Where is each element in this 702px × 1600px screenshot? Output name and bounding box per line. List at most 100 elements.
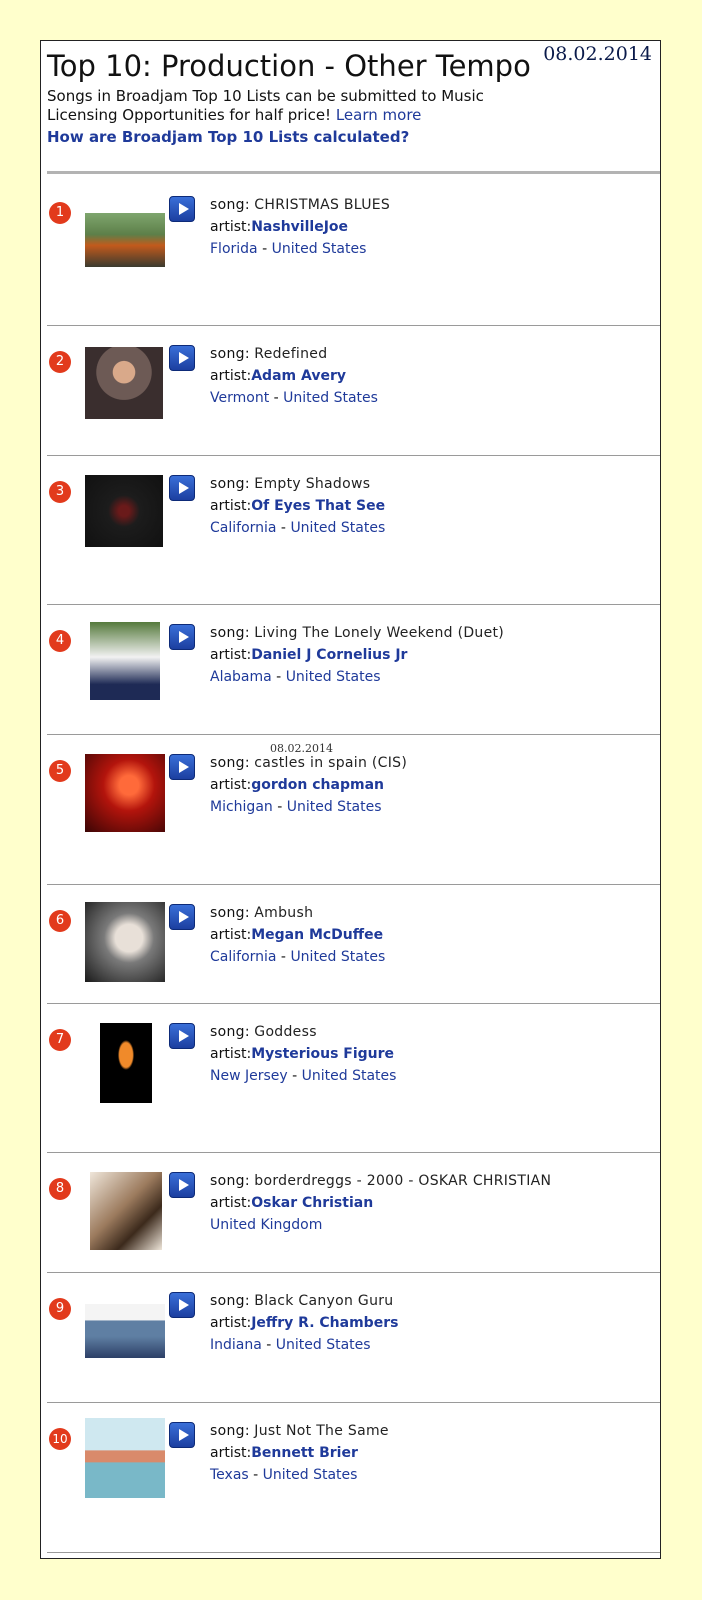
artist-link[interactable]: Mysterious Figure [251, 1046, 394, 1062]
artist-link[interactable]: Megan McDuffee [251, 927, 383, 943]
country-link[interactable]: United States [276, 1337, 371, 1353]
song-label: song: [210, 1293, 250, 1309]
location-separator: - [257, 241, 272, 257]
play-button[interactable] [169, 624, 195, 650]
artist-link[interactable]: Adam Avery [251, 368, 346, 384]
list-item: 6 song: Ambush artist:Megan McDuffee Cal… [47, 884, 660, 1004]
song-title: Living The Lonely Weekend (Duet) [254, 625, 505, 641]
artist-thumbnail[interactable] [85, 1304, 165, 1358]
region-link[interactable]: California [210, 520, 276, 536]
location-line: Florida - United States [210, 238, 390, 260]
artist-label: artist: [210, 498, 252, 514]
artist-label: artist: [210, 1195, 252, 1211]
song-line: song: Just Not The Same [210, 1420, 389, 1442]
artist-thumbnail[interactable] [85, 475, 163, 547]
song-title: Redefined [254, 346, 328, 362]
artist-thumbnail[interactable] [85, 1418, 165, 1498]
rank-badge: 5 [49, 760, 71, 782]
play-button[interactable] [169, 475, 195, 501]
artist-label: artist: [210, 647, 252, 663]
artist-label: artist: [210, 1315, 252, 1331]
song-info: song: Just Not The Same artist:Bennett B… [210, 1420, 389, 1486]
rank-badge: 7 [49, 1029, 71, 1051]
location-separator: - [276, 520, 291, 536]
artist-thumbnail[interactable] [90, 1172, 162, 1250]
song-line: song: Black Canyon Guru [210, 1290, 398, 1312]
artist-label: artist: [210, 777, 252, 793]
artist-line: artist:NashvilleJoe [210, 216, 390, 238]
region-link[interactable]: New Jersey [210, 1068, 288, 1084]
song-line: song: Redefined [210, 343, 378, 365]
song-label: song: [210, 197, 250, 213]
song-info: song: Redefined artist:Adam Avery Vermon… [210, 343, 378, 409]
artist-line: artist:Bennett Brier [210, 1442, 389, 1464]
location-line: Vermont - United States [210, 387, 378, 409]
how-calculated-link[interactable]: How are Broadjam Top 10 Lists calculated… [47, 128, 409, 146]
artist-link[interactable]: NashvilleJoe [251, 219, 348, 235]
artist-label: artist: [210, 219, 252, 235]
learn-more-link[interactable]: Learn more [336, 106, 422, 124]
region-link[interactable]: Michigan [210, 799, 273, 815]
artist-link[interactable]: Jeffry R. Chambers [251, 1315, 398, 1331]
play-button[interactable] [169, 1172, 195, 1198]
artist-link[interactable]: gordon chapman [251, 777, 384, 793]
location-line: California - United States [210, 946, 385, 968]
artist-link[interactable]: Bennett Brier [251, 1445, 358, 1461]
artist-link[interactable]: Of Eyes That See [251, 498, 385, 514]
country-link[interactable]: United States [302, 1068, 397, 1084]
artist-thumbnail[interactable] [85, 347, 163, 419]
location-separator: - [272, 799, 287, 815]
artist-thumbnail[interactable] [85, 754, 165, 832]
artist-line: artist:Of Eyes That See [210, 495, 385, 517]
region-link[interactable]: California [210, 949, 276, 965]
song-label: song: [210, 1423, 250, 1439]
play-button[interactable] [169, 196, 195, 222]
artist-thumbnail[interactable] [85, 902, 165, 982]
rank-badge: 1 [49, 202, 71, 224]
divider [47, 171, 660, 174]
artist-line: artist:Mysterious Figure [210, 1043, 396, 1065]
artist-thumbnail[interactable] [85, 213, 165, 267]
list-item: 1 song: CHRISTMAS BLUES artist:Nashville… [47, 176, 660, 326]
song-title: CHRISTMAS BLUES [254, 197, 391, 213]
country-link[interactable]: United States [287, 799, 382, 815]
play-button[interactable] [169, 904, 195, 930]
song-info: song: Empty Shadows artist:Of Eyes That … [210, 473, 385, 539]
country-link[interactable]: United States [283, 390, 378, 406]
top10-panel: 08.02.2014 Top 10: Production - Other Te… [40, 40, 661, 1559]
country-link[interactable]: United States [272, 241, 367, 257]
artist-label: artist: [210, 1046, 252, 1062]
region-link[interactable]: Vermont [210, 390, 269, 406]
list-item: 3 song: Empty Shadows artist:Of Eyes Tha… [47, 455, 660, 605]
play-button[interactable] [169, 1023, 195, 1049]
list-item: 5 song: castles in spain (CIS) artist:go… [47, 734, 660, 885]
song-title: Ambush [254, 905, 314, 921]
artist-link[interactable]: Oskar Christian [251, 1195, 373, 1211]
artist-link[interactable]: Daniel J Cornelius Jr [251, 647, 407, 663]
artist-thumbnail[interactable] [90, 622, 160, 700]
song-info: song: CHRISTMAS BLUES artist:NashvilleJo… [210, 194, 390, 260]
subtitle: Songs in Broadjam Top 10 Lists can be su… [47, 87, 517, 125]
region-link[interactable]: Indiana [210, 1337, 262, 1353]
song-info: song: Ambush artist:Megan McDuffee Calif… [210, 902, 385, 968]
song-label: song: [210, 755, 250, 771]
location-line: New Jersey - United States [210, 1065, 396, 1087]
list-item: 7 song: Goddess artist:Mysterious Figure… [47, 1003, 660, 1153]
play-button[interactable] [169, 754, 195, 780]
region-link[interactable]: Florida [210, 241, 258, 257]
country-link[interactable]: United States [290, 949, 385, 965]
play-button[interactable] [169, 345, 195, 371]
region-link[interactable]: Alabama [210, 669, 272, 685]
artist-thumbnail[interactable] [100, 1023, 152, 1103]
play-button[interactable] [169, 1292, 195, 1318]
song-label: song: [210, 625, 250, 641]
country-link[interactable]: United States [290, 520, 385, 536]
country-link[interactable]: United Kingdom [210, 1217, 322, 1233]
location-separator: - [276, 949, 291, 965]
region-link[interactable]: Texas [210, 1467, 249, 1483]
play-button[interactable] [169, 1422, 195, 1448]
country-link[interactable]: United States [286, 669, 381, 685]
country-link[interactable]: United States [263, 1467, 358, 1483]
song-line: song: Goddess [210, 1021, 396, 1043]
rank-badge: 9 [49, 1298, 71, 1320]
